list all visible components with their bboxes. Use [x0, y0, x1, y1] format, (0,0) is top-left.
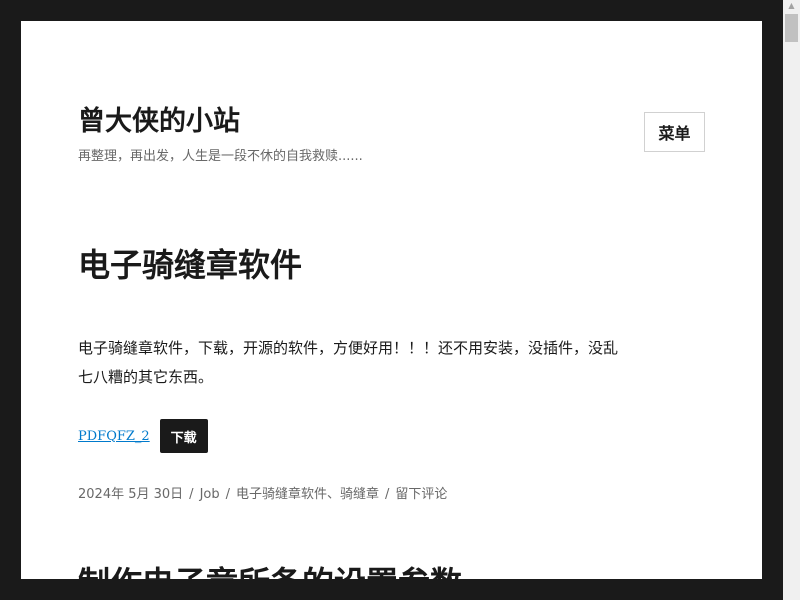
meta-separator: /: [189, 487, 194, 502]
meta-separator: /: [225, 487, 230, 502]
post-tags[interactable]: 电子骑缝章软件、骑缝章: [236, 487, 379, 502]
download-row: PDFQFZ_2 下载: [78, 419, 208, 453]
scroll-thumb[interactable]: [785, 14, 798, 42]
post-date[interactable]: 2024年 5月 30日: [78, 487, 183, 502]
download-button[interactable]: 下载: [159, 419, 208, 453]
next-post-title[interactable]: 制作电子章所备的设置参数: [78, 561, 462, 579]
post-comment-link[interactable]: 留下评论: [395, 487, 447, 502]
post: 电子骑缝章软件 电子骑缝章软件，下载，开源的软件，方便好用！！！还不用安装，没插…: [78, 243, 618, 502]
menu-button[interactable]: 菜单: [644, 112, 705, 152]
meta-separator: /: [385, 487, 390, 502]
scrollbar[interactable]: ▲: [783, 0, 800, 600]
post-meta: 2024年 5月 30日 / Job / 电子骑缝章软件、骑缝章 / 留下评论: [78, 483, 447, 502]
post-content: 电子骑缝章软件，下载，开源的软件，方便好用！！！还不用安装，没插件，没乱七八糟的…: [78, 339, 619, 386]
site-description: 再整理，再出发，人生是一段不休的自我救赎......: [78, 149, 363, 164]
scroll-up-arrow-icon[interactable]: ▲: [783, 0, 800, 12]
page: 曾大侠的小站 再整理，再出发，人生是一段不休的自我救赎...... 菜单 电子骑…: [21, 21, 762, 579]
post-category[interactable]: Job: [200, 487, 220, 502]
file-link[interactable]: PDFQFZ_2: [78, 429, 150, 444]
post-title[interactable]: 电子骑缝章软件: [78, 243, 618, 287]
site-title[interactable]: 曾大侠的小站: [78, 105, 240, 139]
